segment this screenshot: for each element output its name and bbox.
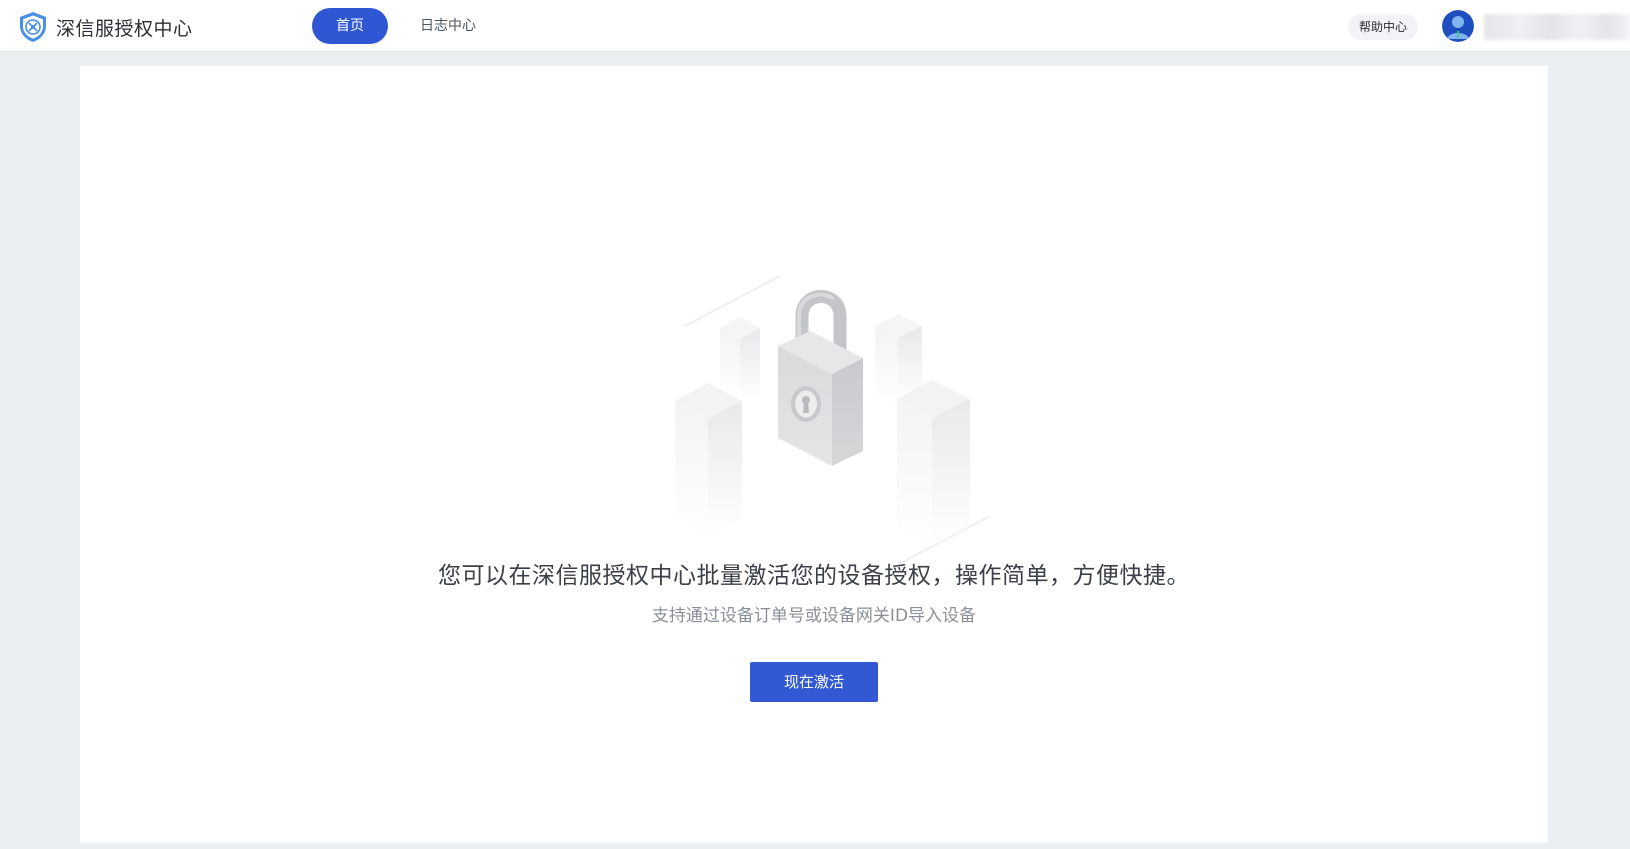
user-avatar-icon[interactable] [1442, 10, 1474, 42]
top-header: 深信服授权中心 首页 日志中心 帮助中心 [0, 0, 1630, 52]
headline: 您可以在深信服授权中心批量激活您的设备授权，操作简单，方便快捷。 [438, 563, 1190, 589]
user-name[interactable] [1484, 14, 1630, 40]
main-nav: 首页 日志中心 [312, 8, 508, 44]
activate-now-button[interactable]: 现在激活 [750, 662, 878, 702]
tab-log-center[interactable]: 日志中心 [396, 8, 500, 44]
subline: 支持通过设备订单号或设备网关ID导入设备 [651, 606, 977, 626]
main-card: 您可以在深信服授权中心批量激活您的设备授权，操作简单，方便快捷。 支持通过设备订… [80, 66, 1548, 843]
brand-title: 深信服授权中心 [56, 17, 193, 40]
help-center-button[interactable]: 帮助中心 [1348, 14, 1419, 40]
brand[interactable]: 深信服授权中心 [18, 11, 193, 43]
tab-home[interactable]: 首页 [312, 8, 388, 44]
padlock-illustration [610, 275, 1030, 567]
shield-logo-icon [18, 11, 48, 43]
